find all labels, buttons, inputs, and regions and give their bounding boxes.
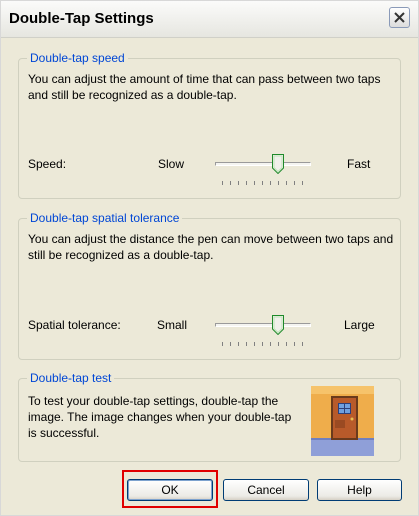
help-button[interactable]: Help xyxy=(317,479,402,501)
group-title-speed: Double-tap speed xyxy=(27,51,128,65)
window-title: Double-Tap Settings xyxy=(9,10,154,27)
spatial-slider-track[interactable] xyxy=(215,323,311,327)
speed-description: You can adjust the amount of time that c… xyxy=(28,72,381,102)
speed-slider-ticks xyxy=(222,181,305,185)
spatial-slider-thumb[interactable] xyxy=(272,315,284,335)
double-tap-test-image[interactable] xyxy=(311,386,374,456)
speed-max-label: Fast xyxy=(347,157,371,171)
speed-slider-thumb[interactable] xyxy=(272,154,284,174)
close-icon xyxy=(394,12,405,23)
spatial-tolerance-label: Spatial tolerance: xyxy=(28,318,121,332)
spatial-max-label: Large xyxy=(344,318,375,332)
speed-label: Speed: xyxy=(28,157,67,171)
group-title-test: Double-tap test xyxy=(27,371,115,385)
speed-slider-track[interactable] xyxy=(215,162,311,166)
spatial-slider-ticks xyxy=(222,342,305,346)
double-tap-spatial-tolerance-group: Double-tap spatial tolerance You can adj… xyxy=(18,211,401,360)
close-button[interactable] xyxy=(389,7,410,28)
double-tap-test-group: Double-tap test To test your double-tap … xyxy=(18,371,401,462)
dialog-window: Double-Tap Settings Double-tap speed You… xyxy=(0,0,419,516)
ok-button[interactable]: OK xyxy=(127,479,213,501)
title-bar[interactable]: Double-Tap Settings xyxy=(1,1,418,38)
group-title-spatial: Double-tap spatial tolerance xyxy=(27,211,183,225)
spatial-min-label: Small xyxy=(157,318,188,332)
cancel-button[interactable]: Cancel xyxy=(223,479,309,501)
double-tap-speed-group: Double-tap speed You can adjust the amou… xyxy=(18,51,401,199)
speed-min-label: Slow xyxy=(158,157,185,171)
spatial-description: You can adjust the distance the pen can … xyxy=(28,232,394,262)
door-icon xyxy=(311,386,374,456)
test-description: To test your double-tap settings, double… xyxy=(28,394,292,440)
